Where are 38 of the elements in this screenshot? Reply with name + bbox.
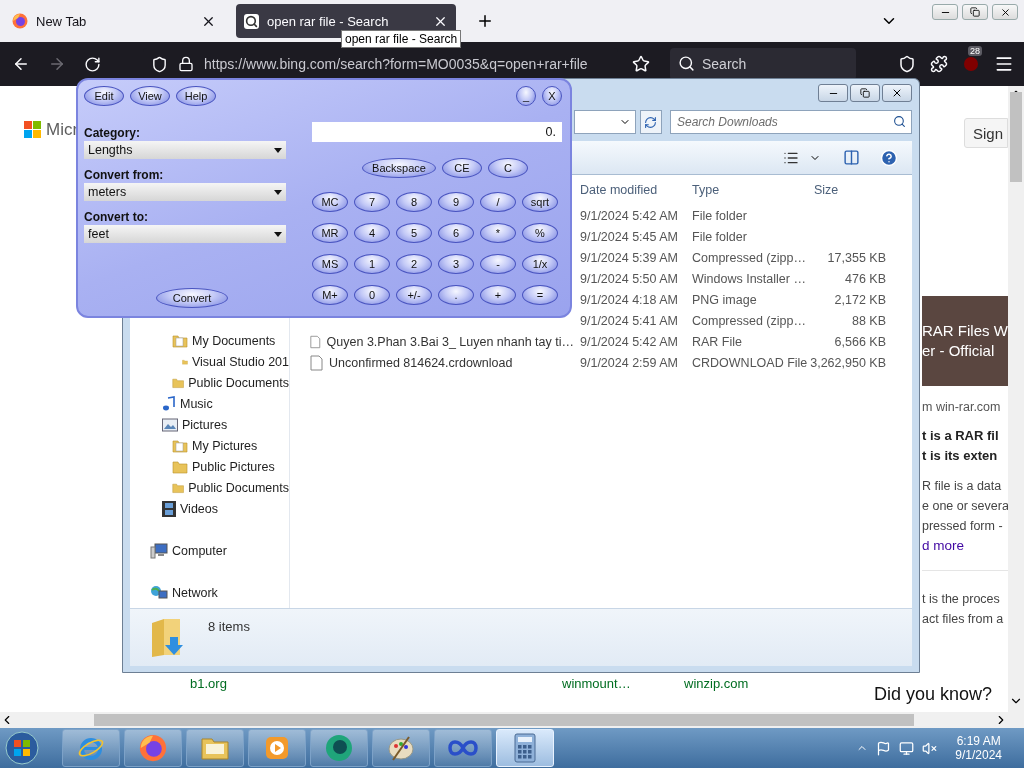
type-cell-text: Windows Installer …	[691, 271, 807, 286]
date-cell-text: 9/1/2024 5:41 AM	[579, 313, 679, 328]
type-cell-text: File folder	[691, 208, 748, 223]
date-cell-text: 9/1/2024 5:42 AM	[579, 334, 679, 349]
size-cell-text: 3,262,950 KB	[809, 355, 886, 370]
snippet-text: pressed form -	[922, 518, 1004, 535]
type-cell-text: RAR File	[691, 334, 743, 349]
snippet-text: act files from a	[922, 611, 1005, 628]
date-cell-text: 9/1/2024 5:45 AM	[579, 229, 679, 244]
result-heading: t is its exten	[922, 447, 999, 465]
tab-tooltip: open rar file - Search	[341, 30, 462, 48]
result-heading: t is a RAR fil	[922, 427, 1000, 445]
size-cell-text: 88 KB	[850, 313, 886, 328]
date-cell-text: 9/1/2024 5:39 AM	[579, 250, 679, 265]
field-label: Convert from:	[84, 168, 165, 182]
logo-text: Micr	[46, 120, 79, 140]
date-cell-text: 9/1/2024 5:50 AM	[579, 271, 679, 286]
snippet-text: e one or severa	[922, 498, 1008, 515]
snippet-text: R file is a data	[922, 478, 1003, 495]
field-label: Convert to:	[84, 210, 149, 224]
size-cell-text: 6,566 KB	[833, 334, 886, 349]
type-cell-text: CRDOWNLOAD File	[691, 355, 808, 370]
type-cell-text: PNG image	[691, 292, 758, 307]
calculator-display: 0.	[312, 122, 562, 142]
item-count: 8 items	[208, 619, 250, 634]
size-cell-text: 2,172 KB	[833, 292, 886, 307]
size-cell-text: 17,355 KB	[826, 250, 886, 265]
extension-badge: 28	[968, 46, 982, 56]
field-label: Category:	[84, 126, 141, 140]
did-you-know-heading: Did you know?	[873, 684, 992, 705]
type-cell-text: Compressed (zipp…	[691, 250, 807, 265]
size-cell-text: 476 KB	[844, 271, 886, 286]
type-cell-text: Compressed (zipp…	[691, 313, 807, 328]
date-cell-text: 9/1/2024 2:59 AM	[579, 355, 679, 370]
type-cell-text: File folder	[691, 229, 748, 244]
snippet-text: t is the proces	[922, 591, 1001, 608]
date-cell-text: 9/1/2024 5:42 AM	[579, 208, 679, 223]
date-cell-text: 9/1/2024 4:18 AM	[579, 292, 679, 307]
